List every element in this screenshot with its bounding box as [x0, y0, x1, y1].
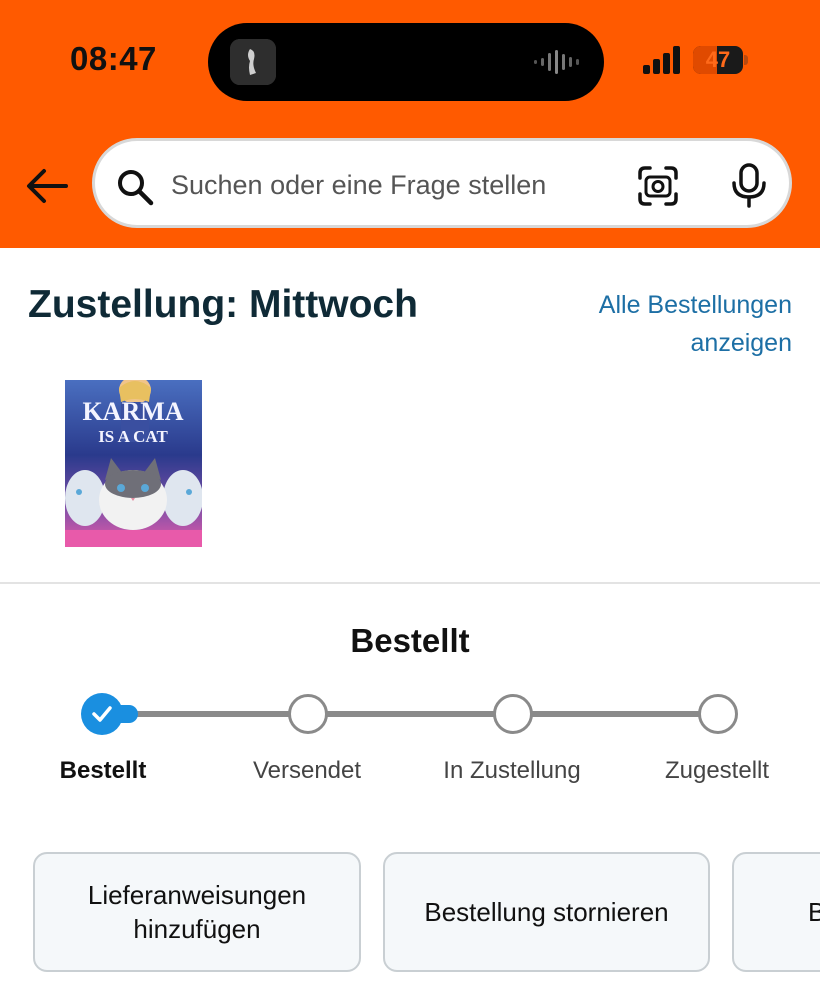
add-delivery-instructions-button[interactable]: Lieferanweisungen hinzufügen: [33, 852, 361, 972]
add-instructions-line1: Lieferanweisungen: [87, 880, 307, 910]
step-label-ordered: Bestellt: [59, 757, 147, 784]
battery-percentage: 47: [705, 47, 731, 72]
step-3-circle: [493, 694, 533, 734]
step-1-checkmark-circle: [81, 693, 123, 735]
status-time: 08:47: [70, 40, 157, 77]
search-input[interactable]: [171, 163, 591, 207]
microphone-icon[interactable]: [729, 163, 769, 209]
order-status-heading: Bestellt: [350, 622, 470, 659]
arrow-left-icon[interactable]: [24, 166, 70, 206]
tracking-progress-line: [108, 711, 716, 717]
cancel-order-button[interactable]: Bestellung stornieren: [383, 852, 710, 972]
delivery-title: Zustellung: Mittwoch: [28, 283, 418, 326]
app-header: 08:47 47: [0, 0, 820, 248]
book-cover-title-2: IS A CAT: [98, 427, 168, 446]
all-orders-link-line2: anzeigen: [690, 329, 792, 357]
step-2-circle: [288, 694, 328, 734]
dynamic-island[interactable]: [208, 23, 604, 101]
product-image[interactable]: KARMA IS A CAT: [65, 380, 202, 547]
now-playing-artwork: [230, 39, 276, 85]
add-instructions-line2: hinzufügen: [133, 914, 261, 944]
camera-scan-icon[interactable]: [637, 165, 679, 207]
step-label-out-for-delivery: In Zustellung: [443, 757, 581, 784]
battery-tip: [744, 55, 748, 65]
section-divider: [0, 582, 820, 584]
step-label-shipped: Versendet: [252, 757, 362, 784]
all-orders-link[interactable]: Alle Bestellungen anzeigen: [532, 286, 792, 362]
checkmark-icon: [92, 706, 112, 722]
all-orders-link-line1: Alle Bestellungen: [598, 291, 792, 319]
step-4-circle: [698, 694, 738, 734]
step-label-delivered: Zugestellt: [664, 757, 770, 784]
cellular-signal-icon: [643, 46, 680, 74]
battery-icon: 47: [693, 46, 743, 74]
audio-waveform-icon: [534, 50, 579, 74]
book-cover-title-1: KARMA: [82, 397, 183, 426]
more-action-button[interactable]: B: [732, 852, 820, 972]
search-bar[interactable]: [92, 138, 792, 228]
search-icon: [118, 170, 154, 206]
